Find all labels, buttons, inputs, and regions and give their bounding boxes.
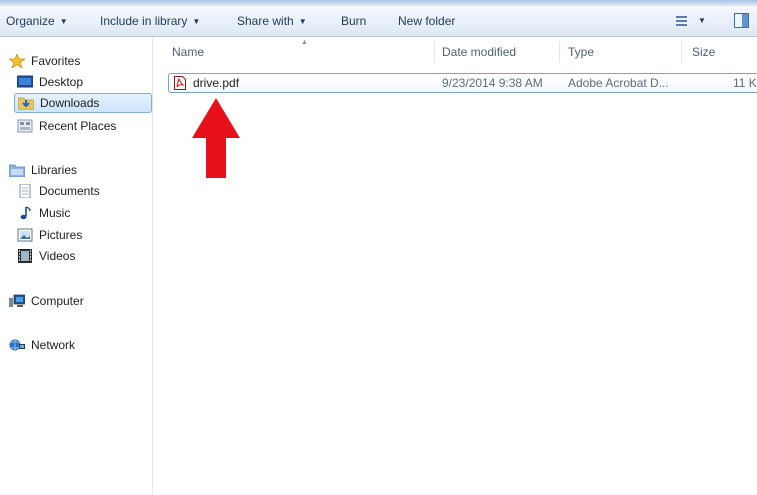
file-type: Adobe Acrobat D... bbox=[568, 76, 669, 90]
nav-item-music-label: Music bbox=[39, 206, 71, 220]
file-date-modified: 9/23/2014 9:38 AM bbox=[442, 76, 543, 90]
include-in-library-button[interactable]: Include in library ▼ bbox=[100, 6, 200, 37]
pdf-file-icon bbox=[174, 76, 186, 90]
new-folder-label: New folder bbox=[398, 14, 456, 28]
share-with-button[interactable]: Share with ▼ bbox=[237, 6, 307, 37]
column-header-size-label: Size bbox=[692, 45, 716, 59]
nav-favorites-label: Favorites bbox=[31, 54, 81, 68]
red-annotation-arrow bbox=[192, 98, 240, 178]
view-list-icon bbox=[676, 16, 687, 26]
organize-label: Organize bbox=[6, 14, 55, 28]
download-folder-icon bbox=[18, 97, 34, 110]
burn-label: Burn bbox=[341, 14, 367, 28]
file-name: drive.pdf bbox=[193, 76, 240, 90]
network-icon bbox=[9, 339, 25, 351]
library-icon bbox=[9, 164, 25, 177]
picture-icon bbox=[17, 228, 33, 242]
burn-button[interactable]: Burn bbox=[341, 6, 366, 37]
nav-libraries-label: Libraries bbox=[31, 163, 78, 177]
include-in-library-label: Include in library bbox=[100, 14, 188, 28]
nav-item-videos-label: Videos bbox=[39, 249, 76, 263]
share-with-label: Share with bbox=[237, 14, 294, 28]
nav-computer-label: Computer bbox=[31, 294, 84, 308]
navigation-pane: Favorites Desktop Downloads Recent Place… bbox=[0, 37, 153, 495]
column-divider[interactable] bbox=[559, 41, 560, 63]
change-view-button[interactable]: ▼ bbox=[676, 15, 708, 29]
music-note-icon bbox=[20, 206, 31, 220]
nav-item-desktop-label: Desktop bbox=[39, 75, 84, 89]
column-header-type[interactable]: Type bbox=[568, 37, 594, 65]
chevron-down-icon: ▼ bbox=[298, 17, 307, 26]
column-header-type-label: Type bbox=[568, 45, 595, 59]
column-header-date-modified-label: Date modified bbox=[442, 45, 517, 59]
command-bar: Organize ▼ Include in library ▼ Share with… bbox=[0, 6, 757, 37]
nav-item-downloads-label: Downloads bbox=[40, 96, 100, 110]
recent-places-icon bbox=[17, 119, 33, 133]
column-header-name[interactable]: Name bbox=[172, 37, 204, 65]
chevron-down-icon: ▼ bbox=[698, 16, 706, 25]
nav-network-label: Network bbox=[31, 338, 76, 352]
chevron-down-icon: ▼ bbox=[192, 17, 201, 26]
nav-item-documents-label: Documents bbox=[39, 184, 100, 198]
computer-icon bbox=[9, 294, 25, 307]
file-list-view: Name ▲ Date modified Type Size drive.pdf… bbox=[154, 37, 757, 495]
film-icon bbox=[18, 249, 32, 263]
nav-item-recent-places-label: Recent Places bbox=[39, 119, 117, 133]
nav-item-downloads[interactable]: Downloads bbox=[14, 93, 152, 113]
sort-ascending-icon: ▲ bbox=[301, 39, 308, 46]
file-size: 11 KB bbox=[733, 76, 757, 90]
file-row[interactable]: drive.pdf 9/23/2014 9:38 AM Adobe Acroba… bbox=[168, 73, 757, 93]
desktop-icon bbox=[17, 75, 33, 88]
column-header-date-modified[interactable]: Date modified bbox=[442, 37, 516, 65]
column-header-name-label: Name bbox=[172, 45, 205, 59]
document-icon bbox=[19, 184, 31, 198]
preview-pane-button[interactable] bbox=[734, 13, 749, 28]
nav-item-pictures-label: Pictures bbox=[39, 228, 83, 242]
column-divider[interactable] bbox=[681, 41, 682, 63]
star-icon bbox=[9, 54, 25, 68]
column-header-size[interactable]: Size bbox=[692, 37, 715, 65]
new-folder-button[interactable]: New folder bbox=[398, 6, 455, 37]
column-divider[interactable] bbox=[434, 41, 435, 63]
organize-button[interactable]: Organize ▼ bbox=[6, 6, 68, 37]
chevron-down-icon: ▼ bbox=[59, 17, 68, 26]
